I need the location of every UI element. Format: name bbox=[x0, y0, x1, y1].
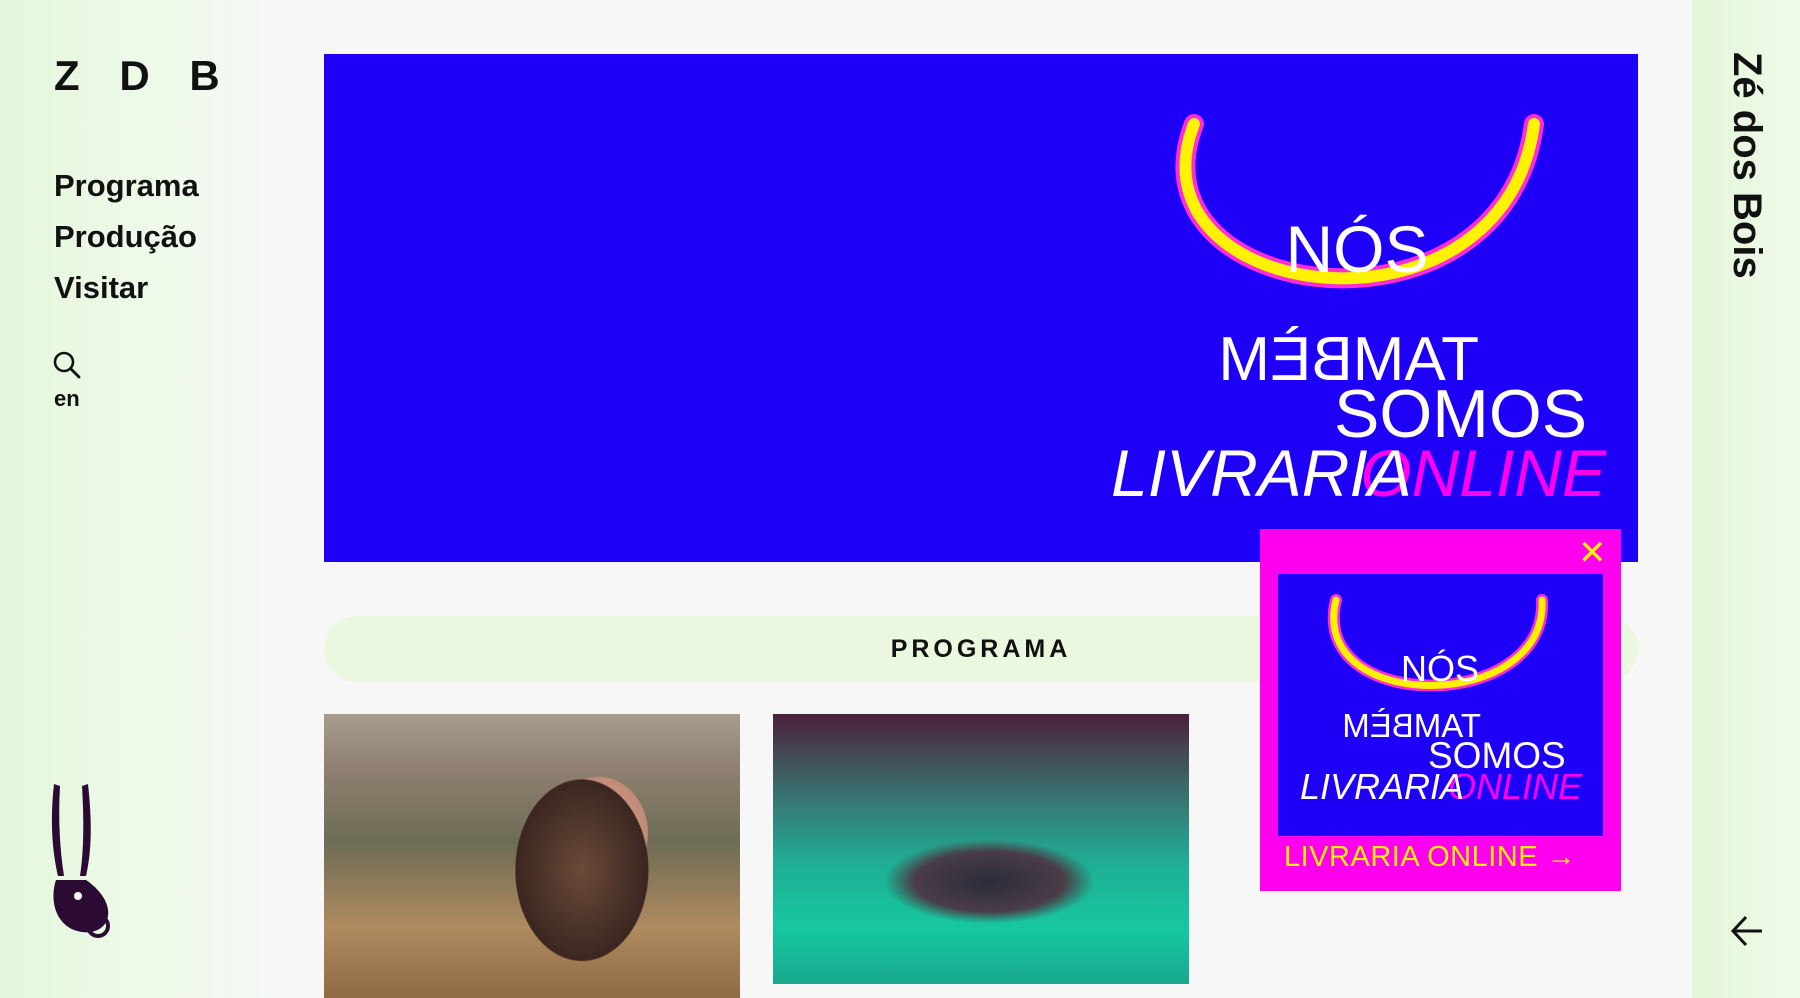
popup-word-livraria: LIVRARIA bbox=[1300, 766, 1464, 807]
hero-artwork: NÓS TAMBÈM SOMOS ONLINE LIVRARIA bbox=[1111, 114, 1607, 510]
bull-mascot-icon[interactable] bbox=[48, 780, 120, 945]
hero-banner[interactable]: NÓS TAMBÈM SOMOS ONLINE LIVRARIA bbox=[324, 54, 1638, 562]
close-icon[interactable]: ✕ bbox=[1578, 536, 1607, 570]
venue-title-vertical[interactable]: Zé dos Bois bbox=[1724, 52, 1769, 279]
livraria-online-link[interactable]: LIVRARIA ONLINE → bbox=[1284, 841, 1576, 874]
nav-item-producao[interactable]: Produção bbox=[54, 211, 199, 262]
popup-artwork[interactable]: NÓS TAMBÈM SOMOS ONLINE LIVRARIA bbox=[1278, 574, 1603, 836]
hero-word-livraria: LIVRARIA bbox=[1111, 436, 1412, 510]
event-card-photo-woman-canyon[interactable] bbox=[324, 714, 740, 998]
hero-word-nos: NÓS bbox=[1285, 212, 1428, 286]
popup-word-online: ONLINE bbox=[1448, 766, 1583, 807]
popup-artwork-svg: NÓS TAMBÈM SOMOS ONLINE LIVRARIA bbox=[1300, 594, 1583, 807]
nav-item-programa[interactable]: Programa bbox=[54, 160, 199, 211]
language-switch[interactable]: en bbox=[54, 386, 80, 412]
left-sidebar: Z D B Programa Produção Visitar en bbox=[0, 0, 296, 998]
zdb-logo[interactable]: Z D B bbox=[54, 52, 234, 100]
arrow-left-icon[interactable] bbox=[1729, 914, 1765, 948]
bookstore-popup: ✕ NÓS TAMBÈM SOMOS ONLINE LIVRARIA LIVRA… bbox=[1260, 529, 1621, 891]
search-icon[interactable] bbox=[52, 350, 82, 380]
nav-item-visitar[interactable]: Visitar bbox=[54, 262, 199, 313]
popup-word-nos: NÓS bbox=[1401, 648, 1479, 689]
event-card-photo-group-grass[interactable] bbox=[773, 714, 1189, 984]
main-nav: Programa Produção Visitar bbox=[54, 160, 199, 313]
